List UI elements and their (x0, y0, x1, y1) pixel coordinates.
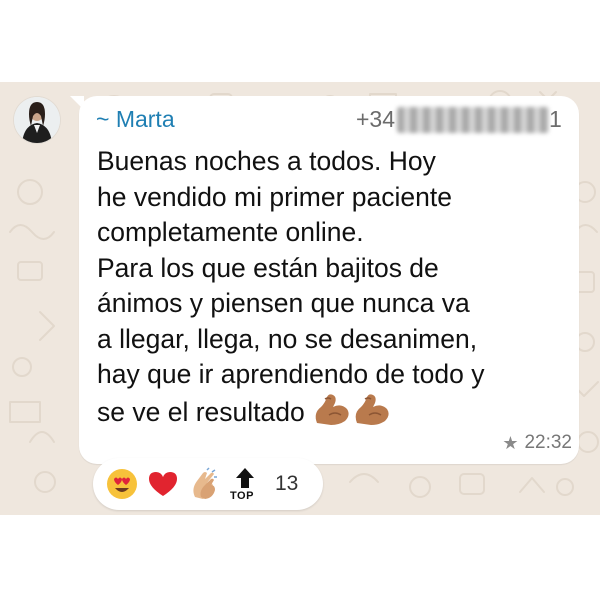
top-label: TOP (230, 490, 254, 502)
avatar-person-icon (14, 97, 60, 143)
message-time: 22:32 (524, 432, 572, 453)
sender-name[interactable]: ~ Marta (96, 106, 175, 133)
sender-avatar[interactable] (14, 97, 60, 143)
phone-prefix: +34 (356, 106, 396, 132)
message-text: Buenas noches a todos. Hoy he vendido mi… (97, 144, 567, 436)
flexed-biceps-icon (315, 393, 389, 425)
heart-eyes-emoji-icon[interactable] (104, 466, 140, 502)
phone-redaction-blur (397, 106, 550, 133)
sender-phone[interactable]: +34 1 (356, 106, 562, 133)
message-body: Buenas noches a todos. Hoy he vendido mi… (97, 146, 485, 427)
reactions-bar[interactable]: TOP 13 (93, 458, 323, 510)
flexed-biceps-emojis (311, 393, 391, 437)
top-arrow-emoji-icon[interactable]: TOP (227, 464, 263, 504)
red-heart-emoji-icon[interactable] (145, 466, 181, 502)
reaction-count: 13 (275, 472, 299, 495)
message-meta: ★ 22:32 (502, 432, 572, 454)
clapping-hands-emoji-icon[interactable] (186, 466, 222, 502)
star-icon: ★ (502, 432, 519, 453)
phone-suffix: 1 (549, 106, 562, 132)
